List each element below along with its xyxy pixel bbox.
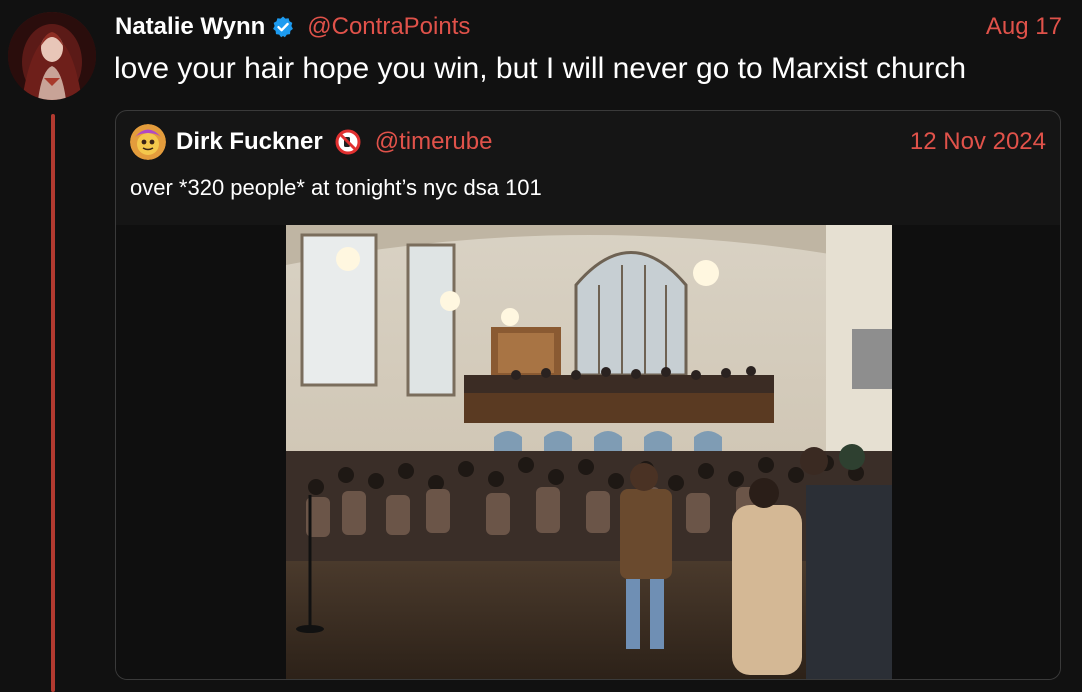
tweet-text: love your hair hope you win, but I will … xyxy=(114,52,967,85)
avatar-icon[interactable] xyxy=(8,12,96,100)
verified-badge-icon xyxy=(271,15,295,39)
quoted-tweet-card[interactable]: Dirk Fuckner @timerube 12 Nov 2024 over … xyxy=(115,110,1061,680)
quoted-tweet-date[interactable]: 12 Nov 2024 xyxy=(910,128,1046,156)
quoted-tweet-header: Dirk Fuckner @timerube 12 Nov 2024 xyxy=(130,124,1046,160)
tweet-header: Natalie Wynn @ContraPoints Aug 17 xyxy=(115,10,1062,44)
author-name[interactable]: Natalie Wynn xyxy=(115,13,265,41)
tweet-date[interactable]: Aug 17 xyxy=(986,13,1062,41)
avatar-portrait xyxy=(8,12,96,100)
quoted-tweet-text: over *320 people* at tonight’s nyc dsa 1… xyxy=(130,175,542,200)
no-symbol-badge-icon xyxy=(335,129,361,155)
crowded-hall-photo[interactable] xyxy=(286,225,892,679)
quoted-author-handle[interactable]: @timerube xyxy=(375,128,493,156)
quoted-tweet-media xyxy=(116,225,1060,679)
author-handle[interactable]: @ContraPoints xyxy=(307,13,470,41)
emoji-avatar-icon[interactable] xyxy=(130,124,166,160)
quoted-author-name[interactable]: Dirk Fuckner xyxy=(176,128,323,156)
tweet-thread: Natalie Wynn @ContraPoints Aug 17 love y… xyxy=(0,0,1082,692)
thread-line xyxy=(51,114,55,692)
